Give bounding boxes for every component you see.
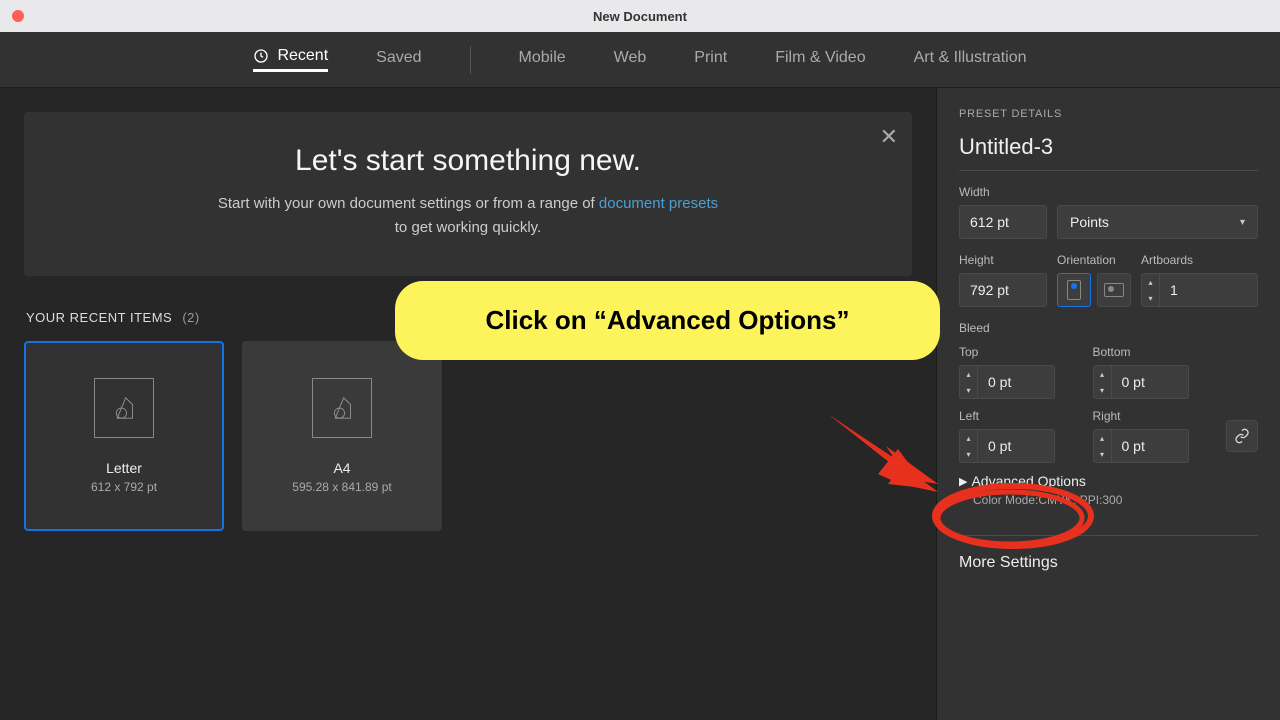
bleed-bottom-input[interactable]: 0 pt (1111, 365, 1189, 399)
bleed-top-stepper[interactable]: ▴▾ 0 pt (959, 365, 1081, 399)
height-label: Height (959, 253, 1047, 267)
units-value: Points (1070, 214, 1109, 230)
width-label: Width (959, 185, 1258, 199)
preset-card-letter[interactable]: Letter 612 x 792 pt (24, 341, 224, 531)
recent-items-grid: Letter 612 x 792 pt A4 595.28 x 841.89 p… (24, 341, 912, 531)
advanced-options-label: Advanced Options (971, 473, 1085, 489)
hero-banner: ✕ Let's start something new. Start with … (24, 112, 912, 276)
bleed-top-label: Top (959, 345, 1081, 359)
window-titlebar: New Document (0, 0, 1280, 32)
bleed-right-input[interactable]: 0 pt (1111, 429, 1189, 463)
artboards-stepper[interactable]: ▴▾ 1 (1141, 273, 1258, 307)
close-icon[interactable]: ✕ (880, 124, 898, 150)
tab-web[interactable]: Web (614, 49, 647, 71)
annotation-arrow-icon (828, 414, 938, 504)
bleed-label: Bleed (959, 321, 1258, 335)
artboards-input[interactable]: 1 (1159, 273, 1258, 307)
bleed-left-input[interactable]: 0 pt (977, 429, 1055, 463)
tab-recent-label: Recent (277, 47, 328, 65)
advanced-options-toggle[interactable]: ▶ Advanced Options (959, 473, 1258, 489)
bleed-left-stepper[interactable]: ▴▾ 0 pt (959, 429, 1081, 463)
width-input[interactable]: 612 pt (959, 205, 1047, 239)
chevron-right-icon: ▶ (959, 475, 967, 488)
step-up-icon[interactable]: ▴ (960, 366, 977, 382)
tab-film-video[interactable]: Film & Video (775, 49, 865, 71)
tab-saved[interactable]: Saved (376, 49, 421, 71)
annotation-callout: Click on “Advanced Options” (395, 281, 940, 360)
tab-print[interactable]: Print (694, 49, 727, 71)
bleed-bottom-label: Bottom (1093, 345, 1215, 359)
orientation-portrait-button[interactable] (1057, 273, 1091, 307)
document-presets-link[interactable]: document presets (599, 195, 718, 212)
orientation-label: Orientation (1057, 253, 1131, 267)
bleed-right-label: Right (1093, 409, 1215, 423)
document-icon (94, 378, 154, 438)
step-down-icon[interactable]: ▾ (1094, 446, 1111, 462)
link-bleed-icon[interactable] (1226, 420, 1258, 452)
step-up-icon[interactable]: ▴ (1094, 366, 1111, 382)
clock-icon (253, 48, 269, 64)
chevron-down-icon: ▾ (1240, 217, 1245, 228)
close-window-icon[interactable] (12, 10, 24, 22)
artboards-label: Artboards (1141, 253, 1258, 267)
preset-dimensions: 595.28 x 841.89 pt (292, 480, 391, 494)
advanced-options-summary: Color Mode:CMYK, PPI:300 (973, 493, 1258, 507)
tab-web-label: Web (614, 49, 647, 67)
recent-items-count: (2) (182, 310, 199, 325)
hero-subtext: Start with your own document settings or… (64, 192, 872, 240)
content-area: ✕ Let's start something new. Start with … (0, 88, 936, 720)
tab-recent[interactable]: Recent (253, 47, 328, 72)
panel-header: PRESET DETAILS (959, 108, 1258, 120)
units-select[interactable]: Points ▾ (1057, 205, 1258, 239)
recent-items-title: YOUR RECENT ITEMS (26, 310, 172, 325)
orientation-landscape-button[interactable] (1097, 273, 1131, 307)
step-down-icon[interactable]: ▾ (960, 446, 977, 462)
preset-card-a4[interactable]: A4 595.28 x 841.89 pt (242, 341, 442, 531)
bleed-top-input[interactable]: 0 pt (977, 365, 1055, 399)
step-down-icon[interactable]: ▾ (960, 382, 977, 398)
tab-film-label: Film & Video (775, 49, 865, 67)
step-up-icon[interactable]: ▴ (1142, 274, 1159, 290)
tab-mobile-label: Mobile (519, 49, 566, 67)
tab-art-label: Art & Illustration (914, 49, 1027, 67)
step-up-icon[interactable]: ▴ (1094, 430, 1111, 446)
more-settings-button[interactable]: More Settings (959, 535, 1258, 572)
tab-art-illustration[interactable]: Art & Illustration (914, 49, 1027, 71)
preset-dimensions: 612 x 792 pt (91, 480, 157, 494)
hero-line2: to get working quickly. (395, 219, 541, 236)
tab-print-label: Print (694, 49, 727, 67)
category-tabs: Recent Saved Mobile Web Print Film & Vid… (0, 32, 1280, 88)
height-input[interactable]: 792 pt (959, 273, 1047, 307)
bleed-left-label: Left (959, 409, 1081, 423)
bleed-bottom-stepper[interactable]: ▴▾ 0 pt (1093, 365, 1215, 399)
preset-name: Letter (106, 460, 142, 476)
step-up-icon[interactable]: ▴ (960, 430, 977, 446)
step-down-icon[interactable]: ▾ (1094, 382, 1111, 398)
document-icon (312, 378, 372, 438)
window-title: New Document (0, 9, 1280, 24)
document-name-field[interactable]: Untitled-3 (959, 134, 1258, 171)
tab-saved-label: Saved (376, 49, 421, 67)
preset-name: A4 (333, 460, 350, 476)
tab-separator (470, 46, 471, 74)
step-down-icon[interactable]: ▾ (1142, 290, 1159, 306)
hero-heading: Let's start something new. (64, 144, 872, 178)
bleed-right-stepper[interactable]: ▴▾ 0 pt (1093, 429, 1215, 463)
hero-line1: Start with your own document settings or… (218, 195, 599, 212)
tab-mobile[interactable]: Mobile (519, 49, 566, 71)
preset-details-panel: PRESET DETAILS Untitled-3 Width 612 pt P… (936, 88, 1280, 720)
